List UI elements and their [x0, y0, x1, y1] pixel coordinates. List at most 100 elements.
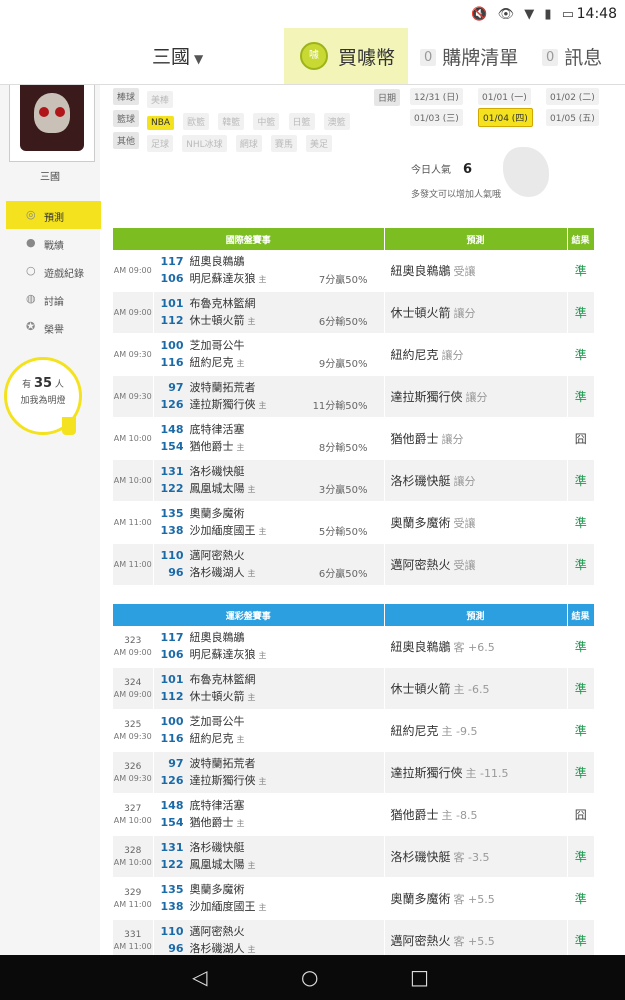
filter-tag[interactable]: 歐籃	[183, 113, 210, 130]
table-row[interactable]: AM 11:00 135 奧蘭多魔術 138 沙加緬度國王主 5分輸50% 奧蘭多魔術 受讓準	[113, 501, 595, 544]
table-row[interactable]: 323 AM 09:00 117 紐奧良鵜鶘 106 明尼蘇達灰狼主 紐奧良鵜鶘客 +6.5…	[113, 626, 595, 668]
table-row[interactable]: AM 09:30 97 波特蘭拓荒者 126 達拉斯獨行俠主 11分輸50% 達拉斯獨行俠讓…	[113, 375, 595, 418]
away-team: 奧蘭多魔術	[189, 883, 245, 896]
date-chip[interactable]: 01/02 (二)	[546, 88, 599, 105]
away-team-line: 110 邁阿密熱火	[154, 923, 384, 940]
back-icon[interactable]: ◁	[192, 965, 207, 989]
table-row[interactable]: 326 AM 09:30 97 波特蘭拓荒者 126 達拉斯獨行俠主達拉斯獨行俠主 -11…	[113, 751, 595, 794]
home-team: 紐約尼克	[189, 356, 234, 369]
cart-count-badge: 0	[420, 49, 437, 66]
game-time: AM 11:00	[113, 941, 152, 951]
table-row[interactable]: 325 AM 09:30 100 芝加哥公牛 116 紐約尼克主紐約尼克主 -9.5 準	[113, 709, 595, 752]
table-row[interactable]: AM 10:00 148 底特律活塞 154 猶他爵士主 8分輸50% 猶他爵士 讓分囧	[113, 417, 595, 460]
filter-tag-selected[interactable]: NBA	[147, 116, 175, 130]
home-marker: 主	[258, 527, 267, 536]
home-score: 138	[160, 900, 184, 913]
messages-label: 訊息	[564, 47, 603, 69]
teams-cell: 148 底特律活塞 154 猶他爵士主	[152, 793, 385, 836]
filter-tag[interactable]: 賽馬	[270, 135, 297, 152]
away-score: 97	[168, 381, 184, 394]
table-row[interactable]: 327 AM 10:00 148 底特律活塞 154 猶他爵士主猶他爵士主 -8.5 囧	[113, 793, 595, 836]
away-team: 底特律活塞	[189, 799, 245, 812]
sidebar-item-honor[interactable]: ✪ 榮譽	[6, 313, 106, 341]
game-time: AM 09:30	[113, 731, 152, 741]
filter-tag[interactable]: 韓籃	[218, 113, 245, 130]
game-number: 328	[124, 845, 142, 856]
table-row[interactable]: 324 AM 09:00 101 布魯克林籃網 112 休士頓火箭主休士頓火箭主 -6.5…	[113, 667, 595, 710]
result-cell: 準	[566, 501, 595, 544]
user-dropdown[interactable]: 三國 ▼	[152, 42, 203, 69]
teams-cell: 131 洛杉磯快艇 122 鳳凰城太陽主	[152, 835, 385, 878]
filter-tag[interactable]: 美棒	[147, 91, 174, 108]
prediction-cell: 奧蘭多魔術 受讓	[383, 501, 568, 544]
game-number: 327	[124, 803, 142, 814]
date-chip[interactable]: 01/05 (五)	[546, 109, 599, 126]
home-team: 明尼蘇達灰狼	[189, 648, 256, 661]
lottery-table-body: 323 AM 09:00 117 紐奧良鵜鶘 106 明尼蘇達灰狼主紐奧良鵜鶘客 +6.5…	[113, 626, 595, 962]
table-row[interactable]: AM 10:00 131 洛杉磯快艇 122 鳳凰城太陽主 3分贏50% 洛杉磯快艇 讓分準	[113, 459, 595, 502]
date-chip-selected[interactable]: 01/04 (四)	[478, 108, 533, 127]
table-row[interactable]: AM 09:00 101 布魯克林籃網 112 休士頓火箭主 6分輸50% 休士頓火箭 讓分準	[113, 291, 595, 334]
lottery-header-games: 運彩盤賽事	[113, 604, 385, 626]
away-team-line: 131 洛杉磯快艇	[154, 839, 384, 856]
game-number: 325	[124, 719, 142, 730]
table-row[interactable]: AM 09:00 117 紐奧良鵜鶘 106 明尼蘇達灰狼主 7分贏50% 紐奧良鵜鶘 受讓準	[113, 250, 595, 292]
game-time: AM 09:00	[113, 647, 152, 657]
result-cell: 準	[566, 709, 595, 752]
messages-button[interactable]: 0 訊息	[542, 43, 602, 70]
sidebar-item-game-log[interactable]: ○ 遊戲紀錄	[6, 257, 106, 285]
spread-result-note: 5分輸50%	[318, 527, 368, 538]
game-time: AM 09:00	[113, 307, 152, 317]
away-team-line: 117 紐奧良鵜鶘	[154, 629, 384, 646]
sidebar-item-discussion[interactable]: ◍ 討論	[6, 285, 106, 313]
user-dropdown-label: 三國	[152, 46, 191, 68]
game-time-cell: AM 09:00	[113, 250, 153, 292]
result-cell: 準	[566, 375, 595, 418]
lightbulb-icon	[62, 417, 76, 435]
prediction-type: 客 +5.5	[453, 893, 495, 906]
home-team: 猶他爵士	[189, 440, 234, 453]
away-team-line: 117 紐奧良鵜鶘	[154, 253, 384, 270]
buy-coins-button[interactable]: 噱 買噱幣	[284, 28, 408, 84]
sidebar-item-record[interactable]: ● 戰績	[6, 229, 106, 257]
game-time-cell: AM 09:00	[113, 291, 153, 334]
date-chip[interactable]: 12/31 (日)	[410, 88, 463, 105]
prediction-cell: 猶他爵士主 -8.5	[383, 793, 568, 836]
table-row[interactable]: 329 AM 11:00 135 奧蘭多魔術 138 沙加緬度國王主 奧蘭多魔術客 +5.5…	[113, 877, 595, 920]
filter-tag[interactable]: 日籃	[288, 113, 315, 130]
teams-cell: 135 奧蘭多魔術 138 沙加緬度國王主	[152, 877, 385, 920]
date-chip[interactable]: 01/03 (三)	[410, 109, 463, 126]
filter-tag[interactable]: 美足	[305, 135, 332, 152]
sidebar-item-predict[interactable]: ◎ 預測	[6, 201, 104, 229]
game-time: AM 09:00	[113, 689, 152, 699]
table-row[interactable]: 328 AM 10:00 131 洛杉磯快艇 122 鳳凰城太陽主洛杉磯快艇客 -3.5 準	[113, 835, 595, 878]
spread-result-note: 6分輸50%	[318, 317, 368, 328]
buy-coins-label: 買噱幣	[338, 47, 396, 69]
filter-tag[interactable]: 網球	[235, 135, 262, 152]
date-chip[interactable]: 01/01 (一)	[478, 88, 531, 105]
filter-tag[interactable]: 中籃	[253, 113, 280, 130]
result-cell: 準	[566, 877, 595, 920]
table-row[interactable]: AM 09:30 100 芝加哥公牛 116 紐約尼克主 9分贏50% 紐約尼克 讓分準	[113, 333, 595, 376]
filter-category: 棒球	[113, 88, 140, 105]
game-time-cell: 329 AM 11:00	[113, 877, 153, 920]
filter-tag[interactable]: 澳籃	[323, 113, 350, 130]
sidebar-menu: ◎ 預測 ● 戰績 ○ 遊戲紀錄 ◍ 討論 ✪ 榮譽	[6, 201, 106, 341]
table-row[interactable]: AM 11:00 110 邁阿密熱火 96 洛杉磯湖人主 6分贏50% 邁阿密熱火 受讓準	[113, 543, 595, 586]
filter-tag[interactable]: 足球	[147, 135, 174, 152]
prediction-type: 受讓	[453, 265, 476, 278]
home-marker: 主	[258, 903, 267, 912]
recents-icon[interactable]: □	[410, 965, 429, 989]
away-team-line: 97 波特蘭拓荒者	[154, 755, 384, 772]
avatar[interactable]	[20, 85, 84, 151]
game-time: AM 11:00	[113, 559, 152, 569]
filter-tag[interactable]: NHL冰球	[182, 135, 227, 152]
prediction-type: 讓分	[441, 349, 464, 362]
teams-cell: 97 波特蘭拓荒者 126 達拉斯獨行俠主 11分輸50%	[152, 375, 385, 418]
home-team: 猶他爵士	[189, 816, 234, 829]
home-icon[interactable]: ○	[301, 965, 318, 989]
prediction-type: 主 -8.5	[441, 809, 478, 822]
main-content: 棒球 美棒 籃球 NBA 歐籃 韓籃 中籃 日籃 澳籃 其他 足球 NHL冰球 …	[101, 85, 625, 962]
prediction-team: 紐約尼克	[390, 348, 439, 362]
cart-button[interactable]: 0 購牌清單	[420, 43, 518, 70]
